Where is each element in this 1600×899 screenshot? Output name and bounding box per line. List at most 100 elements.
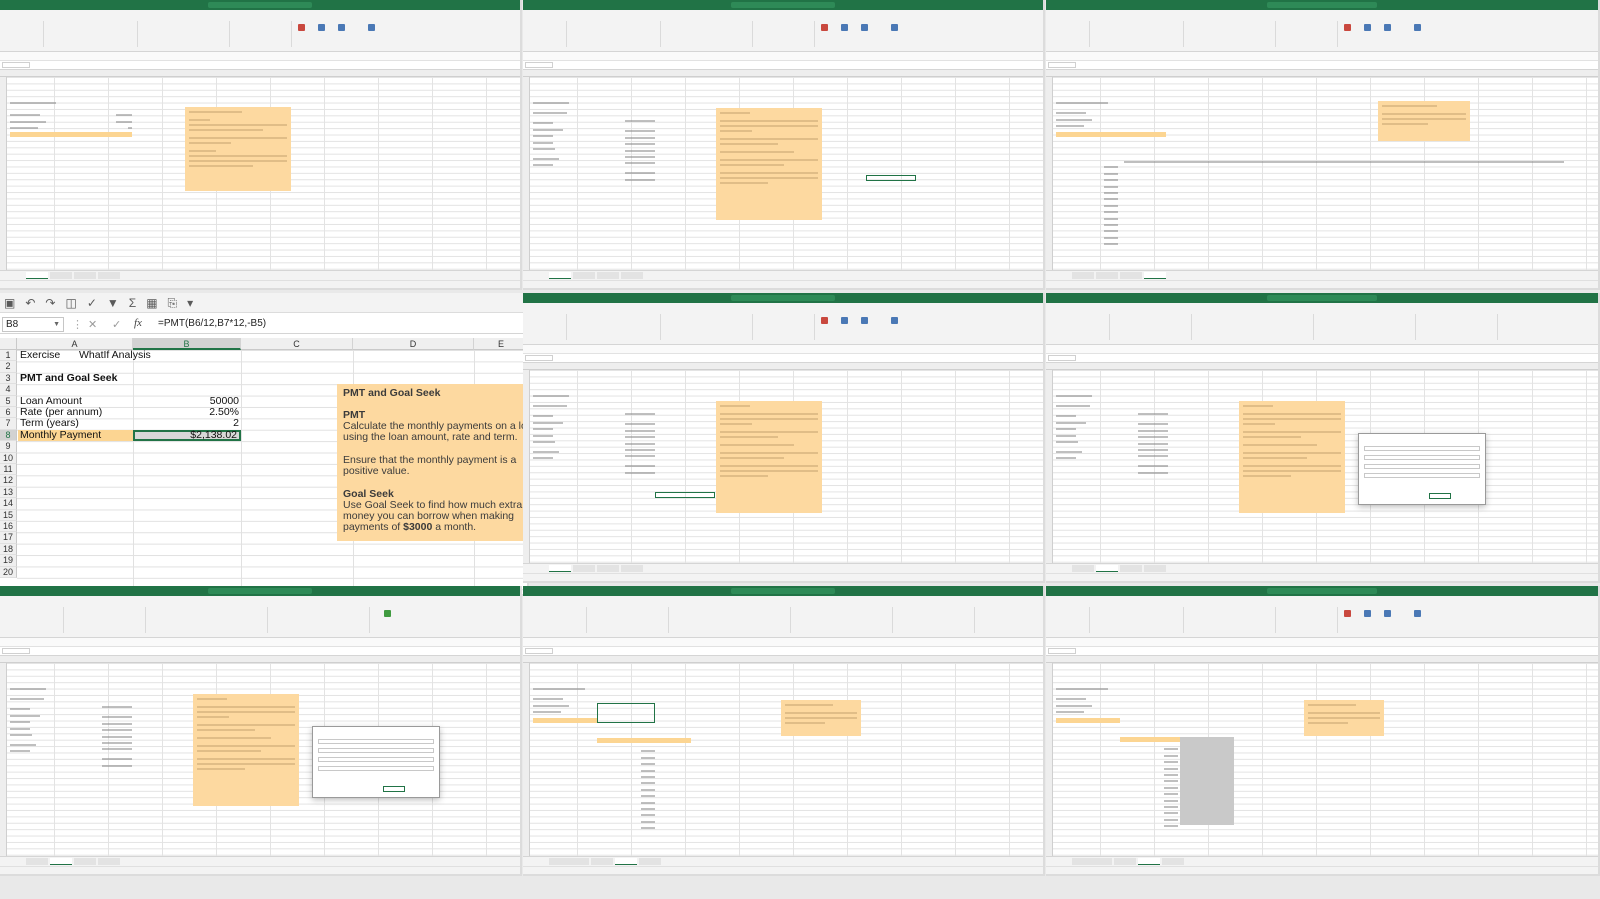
row-header-8[interactable]: 8 [0, 429, 17, 442]
row-header-14[interactable]: 14 [0, 498, 17, 510]
quick-access-toolbar[interactable] [1046, 345, 1598, 354]
row-header-13[interactable]: 13 [0, 486, 17, 499]
column-headers[interactable] [523, 70, 1043, 77]
formula-input[interactable]: =PMT(B6/12,B7*12,-B5) [158, 317, 266, 331]
column-headers[interactable] [1046, 656, 1598, 663]
formula-bar[interactable] [523, 647, 1043, 656]
search-box[interactable] [731, 588, 835, 594]
sheet-tabs[interactable] [1046, 856, 1598, 866]
spelling-icon[interactable]: ✓ [87, 297, 97, 309]
column-header-d[interactable]: D [353, 338, 474, 350]
column-headers[interactable] [0, 70, 520, 77]
formula-bar[interactable] [523, 354, 1043, 363]
ribbon-tabs[interactable] [1046, 303, 1598, 311]
column-headers[interactable] [1046, 70, 1598, 77]
sheet-tabs[interactable] [523, 270, 1043, 280]
selected-cell[interactable] [655, 492, 715, 498]
search-box[interactable] [731, 295, 835, 301]
ok-button[interactable] [1429, 493, 1451, 499]
row-header-20[interactable]: 20 [0, 566, 17, 578]
row-headers[interactable] [1046, 663, 1053, 856]
quick-access-toolbar[interactable] [523, 52, 1043, 61]
customize-qat-icon[interactable]: ▾ [187, 297, 193, 309]
selected-cell[interactable] [866, 175, 916, 181]
row-header-1[interactable]: 1 [0, 350, 17, 362]
row-headers[interactable] [523, 663, 530, 856]
formula-bar[interactable] [0, 647, 520, 656]
column-header-c[interactable]: C [241, 338, 353, 350]
search-box[interactable] [208, 588, 312, 594]
save-icon[interactable]: ▣ [4, 297, 15, 309]
row-headers[interactable] [0, 663, 7, 856]
search-box[interactable] [1266, 588, 1378, 594]
undo-icon[interactable]: ↶ [25, 297, 35, 309]
ribbon-tabs[interactable] [523, 10, 1043, 18]
formula-bar[interactable] [1046, 61, 1598, 70]
column-headers[interactable] [1046, 363, 1598, 370]
sheet-tabs[interactable] [1046, 563, 1598, 573]
quick-access-toolbar[interactable] [1046, 52, 1598, 61]
enter-icon[interactable]: ✓ [112, 318, 121, 331]
ribbon-tabs[interactable] [0, 596, 520, 604]
row-header-6[interactable]: 6 [0, 407, 17, 419]
row-header-12[interactable]: 12 [0, 475, 17, 487]
borders-icon[interactable]: ▦ [146, 297, 157, 309]
row-header-15[interactable]: 15 [0, 509, 17, 521]
worksheet-grid[interactable] [523, 663, 1043, 856]
quick-access-toolbar[interactable] [0, 638, 520, 647]
search-box[interactable] [1266, 295, 1378, 301]
cell-b6[interactable]: 2.50% [133, 406, 239, 418]
sheet-tabs[interactable] [0, 270, 520, 280]
search-box[interactable] [208, 2, 312, 8]
formula-bar[interactable] [523, 61, 1043, 70]
row-header-3[interactable]: 3 [0, 372, 17, 385]
scenario-values-dialog[interactable] [1358, 433, 1486, 505]
cell-b8[interactable]: $2,138.02 [133, 429, 237, 441]
row-header-4[interactable]: 4 [0, 384, 17, 396]
search-box[interactable] [1266, 2, 1378, 8]
row-header-17[interactable]: 17 [0, 532, 17, 544]
cancel-icon[interactable]: ✕ [88, 318, 97, 331]
name-box[interactable]: B8 ▼ [2, 317, 64, 332]
formula-bar[interactable] [1046, 647, 1598, 656]
format-painter-icon[interactable]: ⎘ [168, 297, 178, 309]
row-headers[interactable] [1046, 77, 1053, 270]
cell-a8[interactable]: Monthly Payment [20, 429, 101, 441]
select-all-corner[interactable] [0, 338, 17, 350]
ribbon-tabs[interactable] [523, 303, 1043, 311]
scenario-values-dialog[interactable] [312, 726, 440, 798]
camera-icon[interactable]: ◫ [65, 297, 76, 309]
chevron-down-icon[interactable]: ▼ [53, 318, 60, 331]
row-headers[interactable] [523, 77, 530, 270]
worksheet-grid[interactable] [1046, 663, 1598, 856]
row-header-7[interactable]: 7 [0, 418, 17, 430]
ribbon-tabs[interactable] [1046, 596, 1598, 604]
quick-access-toolbar[interactable] [0, 52, 520, 61]
row-headers[interactable] [523, 370, 530, 563]
formula-bar[interactable] [1046, 354, 1598, 363]
row-header-9[interactable]: 9 [0, 441, 17, 453]
filter-icon[interactable]: ▼ [107, 297, 119, 309]
row-header-5[interactable]: 5 [0, 395, 17, 407]
row-header-18[interactable]: 18 [0, 543, 17, 556]
column-headers[interactable] [523, 656, 1043, 663]
ribbon-tabs[interactable] [1046, 10, 1598, 18]
row-headers[interactable] [0, 77, 7, 270]
selected-cell[interactable] [597, 703, 655, 723]
row-header-10[interactable]: 10 [0, 452, 17, 464]
row-headers[interactable] [1046, 370, 1053, 563]
redo-icon[interactable]: ↷ [45, 297, 55, 309]
sheet-tabs[interactable] [523, 563, 1043, 573]
row-header-16[interactable]: 16 [0, 521, 17, 533]
column-header-e[interactable]: E [474, 338, 527, 350]
search-box[interactable] [731, 2, 835, 8]
row-header-2[interactable]: 2 [0, 361, 17, 373]
sheet-tabs[interactable] [0, 856, 520, 866]
ok-button[interactable] [383, 786, 405, 792]
quick-access-toolbar[interactable] [1046, 638, 1598, 647]
cell-b1[interactable]: WhatIf Analysis [79, 349, 151, 361]
column-headers[interactable] [0, 656, 520, 663]
formula-bar[interactable] [0, 61, 520, 70]
sheet-tabs[interactable] [1046, 270, 1598, 280]
quick-access-toolbar[interactable] [523, 345, 1043, 354]
